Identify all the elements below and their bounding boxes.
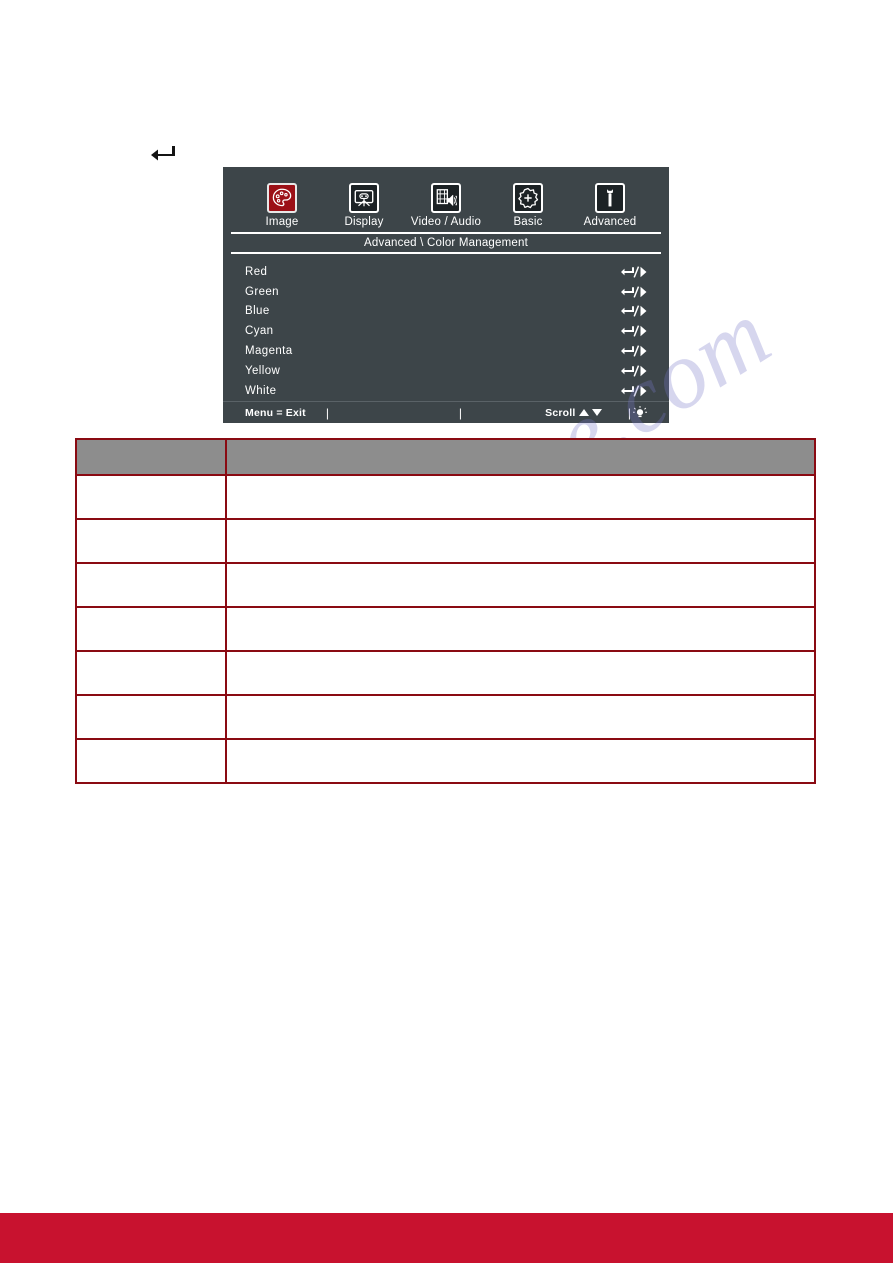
osd-item-magenta[interactable]: Magenta bbox=[245, 341, 647, 361]
table-row bbox=[75, 738, 816, 784]
osd-tab-label: Advanced bbox=[583, 216, 637, 228]
osd-item-yellow[interactable]: Yellow bbox=[245, 361, 647, 381]
table-cell-term bbox=[75, 738, 227, 784]
table-cell-term bbox=[75, 694, 227, 740]
table-cell-text bbox=[227, 652, 814, 663]
table-cell-term bbox=[75, 474, 227, 520]
table-cell-description bbox=[225, 562, 816, 608]
triangle-down-icon[interactable] bbox=[591, 409, 602, 416]
enter-adjust-icon[interactable] bbox=[619, 325, 647, 338]
table-row bbox=[75, 650, 816, 696]
spec-table bbox=[75, 438, 816, 784]
osd-item-label: Magenta bbox=[245, 345, 293, 358]
enter-adjust-icon[interactable] bbox=[619, 364, 647, 377]
table-row bbox=[75, 518, 816, 564]
osd-item-label: White bbox=[245, 384, 277, 397]
table-cell-text bbox=[77, 740, 225, 751]
table-cell-description bbox=[225, 606, 816, 652]
video-audio-icon bbox=[431, 183, 461, 213]
table-cell-text bbox=[227, 696, 814, 707]
table-cell-term bbox=[75, 606, 227, 652]
osd-tab-basic[interactable]: Basic bbox=[487, 183, 569, 229]
osd-footer-exit-hint: Menu = Exit bbox=[245, 406, 306, 419]
osd-menu-panel: Image Display Video / Audio Basic Advanc… bbox=[223, 167, 669, 423]
osd-tab-label: Image bbox=[265, 216, 299, 228]
osd-item-cyan[interactable]: Cyan bbox=[245, 321, 647, 341]
table-row bbox=[75, 474, 816, 520]
wrench-icon bbox=[595, 183, 625, 213]
table-cell-text bbox=[227, 564, 814, 575]
table-cell-term bbox=[75, 650, 227, 696]
table-cell-description bbox=[225, 738, 816, 784]
osd-tab-label: Display bbox=[344, 216, 384, 228]
color-palette-icon bbox=[267, 183, 297, 213]
osd-footer-separator: | bbox=[627, 405, 631, 420]
osd-tab-bar: Image Display Video / Audio Basic Advanc… bbox=[223, 167, 669, 229]
table-header-row bbox=[75, 438, 816, 476]
osd-item-label: Green bbox=[245, 285, 279, 298]
osd-tab-image[interactable]: Image bbox=[241, 183, 323, 229]
return-arrow-icon bbox=[150, 143, 176, 165]
table-row bbox=[75, 562, 816, 608]
enter-adjust-icon[interactable] bbox=[619, 345, 647, 358]
table-cell-text bbox=[77, 476, 225, 487]
enter-adjust-icon[interactable] bbox=[619, 265, 647, 278]
lamp-icon bbox=[633, 405, 647, 420]
table-cell-description bbox=[225, 518, 816, 564]
page-footer-bar bbox=[0, 1213, 893, 1263]
table-cell-text bbox=[77, 520, 225, 531]
table-header-text bbox=[77, 440, 225, 451]
table-header-text bbox=[227, 440, 814, 451]
osd-footer-scroll-hint: Scroll bbox=[545, 406, 602, 419]
table-cell-text bbox=[77, 564, 225, 575]
table-header-cell bbox=[225, 438, 816, 476]
enter-adjust-icon[interactable] bbox=[619, 384, 647, 397]
osd-footer-bar: Menu = Exit | | Scroll | bbox=[223, 401, 669, 423]
osd-tab-advanced[interactable]: Advanced bbox=[569, 183, 651, 229]
osd-tab-video-audio[interactable]: Video / Audio bbox=[405, 183, 487, 229]
display-screen-icon bbox=[349, 183, 379, 213]
gear-plus-icon bbox=[513, 183, 543, 213]
table-row bbox=[75, 694, 816, 740]
osd-footer-scroll-label: Scroll bbox=[545, 406, 576, 419]
triangle-up-icon[interactable] bbox=[578, 409, 589, 416]
enter-adjust-icon[interactable] bbox=[619, 285, 647, 298]
table-cell-text bbox=[77, 608, 225, 619]
table-cell-description bbox=[225, 694, 816, 740]
osd-breadcrumb-text: Advanced \ Color Management bbox=[364, 237, 528, 249]
table-row bbox=[75, 606, 816, 652]
osd-footer-separator: | bbox=[325, 405, 329, 420]
osd-item-list: Red Green Blue Cyan Magenta Yellow White bbox=[223, 262, 669, 401]
osd-item-label: Yellow bbox=[245, 364, 281, 377]
table-header-cell bbox=[75, 438, 227, 476]
osd-tab-display[interactable]: Display bbox=[323, 183, 405, 229]
osd-item-green[interactable]: Green bbox=[245, 282, 647, 302]
table-cell-term bbox=[75, 562, 227, 608]
osd-item-white[interactable]: White bbox=[245, 381, 647, 401]
osd-item-label: Blue bbox=[245, 305, 270, 318]
table-cell-text bbox=[227, 740, 814, 751]
table-cell-text bbox=[77, 652, 225, 663]
osd-tab-label: Basic bbox=[513, 216, 543, 228]
table-cell-description bbox=[225, 650, 816, 696]
enter-adjust-icon[interactable] bbox=[619, 305, 647, 318]
osd-breadcrumb: Advanced \ Color Management bbox=[231, 232, 661, 254]
table-cell-description bbox=[225, 474, 816, 520]
osd-tab-label: Video / Audio bbox=[410, 216, 482, 228]
osd-item-label: Red bbox=[245, 265, 268, 278]
osd-item-red[interactable]: Red bbox=[245, 262, 647, 282]
osd-item-label: Cyan bbox=[245, 325, 274, 338]
osd-item-blue[interactable]: Blue bbox=[245, 302, 647, 322]
table-cell-text bbox=[227, 520, 814, 531]
osd-footer-separator: | bbox=[458, 405, 462, 420]
table-cell-text bbox=[227, 476, 814, 487]
table-cell-term bbox=[75, 518, 227, 564]
table-cell-text bbox=[77, 696, 225, 707]
table-cell-text bbox=[227, 608, 814, 619]
